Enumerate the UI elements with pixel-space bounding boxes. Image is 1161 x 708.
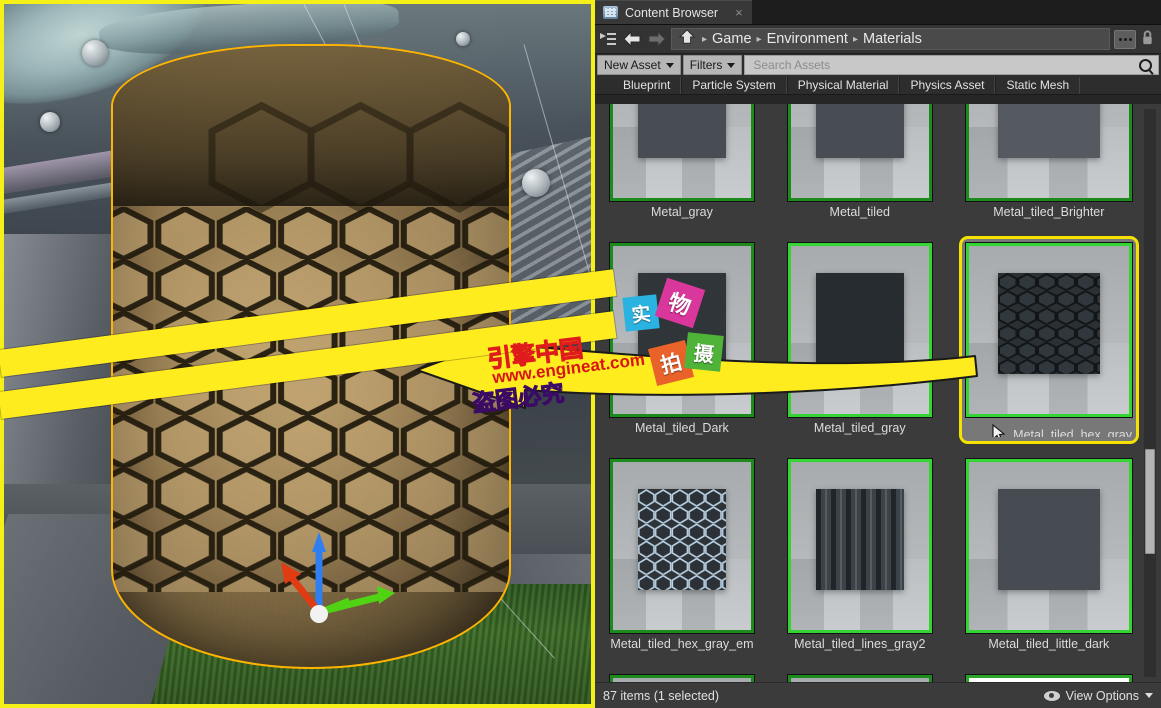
asset-grid-viewport[interactable]: Metal_gray Metal_tiled Metal_tiled_Brigh… (595, 104, 1161, 682)
asset-tile-metal-tiled-hex-gray[interactable]: Metal_tiled_hex_gray (958, 236, 1139, 444)
breadcrumb[interactable]: ▸ Game ▸ Environment ▸ Materials (671, 28, 1110, 50)
scene-sphere-d (456, 32, 470, 46)
content-browser-tabbar: Content Browser × (595, 0, 1161, 25)
asset-thumbnail[interactable] (787, 243, 932, 417)
viewport-scene (4, 4, 591, 704)
filters-button[interactable]: Filters (682, 55, 743, 75)
breadcrumb-item-environment[interactable]: Environment (767, 31, 848, 47)
asset-tile-next-2[interactable] (781, 668, 939, 682)
scene-sphere-c (522, 169, 550, 197)
view-options-label: View Options (1065, 688, 1139, 703)
asset-thumbnail[interactable] (610, 104, 754, 201)
new-asset-label: New Asset (604, 58, 661, 72)
breadcrumb-sep-0: ▸ (702, 33, 708, 45)
asset-tile-metal-tiled-brighter[interactable]: Metal_tiled_Brighter (959, 104, 1139, 228)
asset-label: Metal_tiled_Brighter (993, 205, 1105, 219)
filter-pill-particle-system[interactable]: Particle System (681, 76, 787, 94)
asset-thumbnail[interactable] (965, 104, 1132, 201)
level-viewport[interactable] (0, 0, 595, 708)
view-options-button[interactable]: View Options (1043, 688, 1153, 703)
path-bar: ▸ Game ▸ Environment ▸ Materials (595, 25, 1161, 54)
asset-thumbnail[interactable] (610, 243, 754, 417)
asset-thumbnail[interactable] (610, 459, 754, 633)
scene-sphere-a (82, 40, 108, 66)
eye-icon (1043, 690, 1060, 701)
ellipsis-icon[interactable] (1114, 29, 1136, 49)
asset-grid: Metal_gray Metal_tiled Metal_tiled_Brigh… (603, 104, 1139, 682)
asset-tile-metal-gray[interactable]: Metal_gray (603, 104, 761, 228)
asset-tile-metal-tiled-dark[interactable]: Metal_tiled_Dark (603, 236, 761, 444)
search-icon (1139, 58, 1152, 72)
scene-sphere-b (40, 112, 60, 132)
asset-tile-metal-tiled-lines-gray2[interactable]: Metal_tiled_lines_gray2 (781, 452, 939, 660)
asset-thumbnail[interactable] (965, 459, 1132, 633)
chevron-down-icon (1145, 693, 1153, 698)
breadcrumb-item-game[interactable]: Game (712, 31, 752, 47)
tab-content-browser[interactable]: Content Browser × (595, 0, 752, 24)
asset-tile-metal-tiled-hex-gray-em[interactable]: Metal_tiled_hex_gray_em (603, 452, 761, 660)
chevron-down-icon (727, 62, 736, 68)
asset-label: Metal_gray (651, 205, 713, 219)
asset-thumbnail[interactable] (610, 675, 754, 682)
breadcrumb-sep-1: ▸ (756, 33, 762, 45)
search-box[interactable] (744, 55, 1159, 75)
app-root: Content Browser × ▸ Game ▸ Environment ▸… (0, 0, 1161, 708)
asset-thumbnail[interactable] (787, 459, 932, 633)
asset-thumbnail[interactable] (965, 243, 1132, 417)
back-arrow-icon[interactable] (621, 29, 642, 49)
translate-gizmo-icon[interactable] (279, 524, 399, 634)
mouse-cursor-icon (992, 423, 1006, 437)
filter-pill-bar: Blueprint Particle System Physical Mater… (595, 76, 1161, 95)
lock-icon[interactable] (1140, 29, 1155, 49)
close-icon[interactable]: × (735, 5, 743, 20)
tab-label: Content Browser (625, 5, 719, 20)
search-input[interactable] (751, 57, 1135, 73)
up-arrow-icon[interactable] (678, 29, 696, 49)
asset-tile-next-1[interactable] (603, 668, 761, 682)
asset-tile-metal-tiled[interactable]: Metal_tiled (781, 104, 939, 228)
asset-label: Metal_tiled (829, 205, 890, 219)
breadcrumb-sep-2: ▸ (852, 33, 858, 45)
asset-label-text: Metal_tiled_hex_gray (1013, 428, 1132, 437)
filter-pill-physical-material[interactable]: Physical Material (786, 76, 900, 94)
asset-tile-metal-tiled-gray[interactable]: Metal_tiled_gray (781, 236, 939, 444)
asset-label: Metal_tiled_Dark (635, 421, 729, 435)
new-asset-button[interactable]: New Asset (597, 55, 681, 75)
asset-label: Metal_tiled_lines_gray2 (794, 637, 926, 651)
filters-label: Filters (689, 58, 723, 72)
filter-pill-physics-asset[interactable]: Physics Asset (899, 76, 996, 94)
asset-label: Metal_tiled_gray (813, 421, 906, 435)
chevron-down-icon (665, 62, 674, 68)
asset-label: Metal_tiled_little_dark (988, 637, 1110, 651)
forward-arrow-icon[interactable] (646, 29, 667, 49)
breadcrumb-item-materials[interactable]: Materials (863, 31, 922, 47)
asset-label: Metal_tiled_hex_gray_em (610, 637, 754, 651)
asset-thumbnail[interactable] (787, 675, 932, 682)
asset-toolbar: New Asset Filters (595, 54, 1161, 76)
status-bar: 87 items (1 selected) View Options (595, 682, 1161, 708)
asset-label: Metal_tiled_hex_gray (966, 417, 1132, 437)
asset-thumbnail[interactable] (965, 675, 1132, 682)
content-browser-panel: Content Browser × ▸ Game ▸ Environment ▸… (595, 0, 1161, 708)
scrollbar-thumb[interactable] (1145, 449, 1155, 554)
filter-pill-static-mesh[interactable]: Static Mesh (995, 76, 1081, 94)
asset-thumbnail[interactable] (787, 104, 932, 201)
path-history-icon[interactable] (599, 30, 617, 48)
content-browser-icon (603, 6, 618, 19)
path-bar-right (1114, 29, 1157, 49)
asset-tile-next-3[interactable] (959, 668, 1139, 682)
asset-grid-scrollbar[interactable] (1143, 108, 1157, 678)
item-count-label: 87 items (1 selected) (603, 688, 720, 703)
filter-pill-blueprint[interactable]: Blueprint (613, 76, 682, 94)
asset-tile-metal-tiled-little-dark[interactable]: Metal_tiled_little_dark (959, 452, 1139, 660)
